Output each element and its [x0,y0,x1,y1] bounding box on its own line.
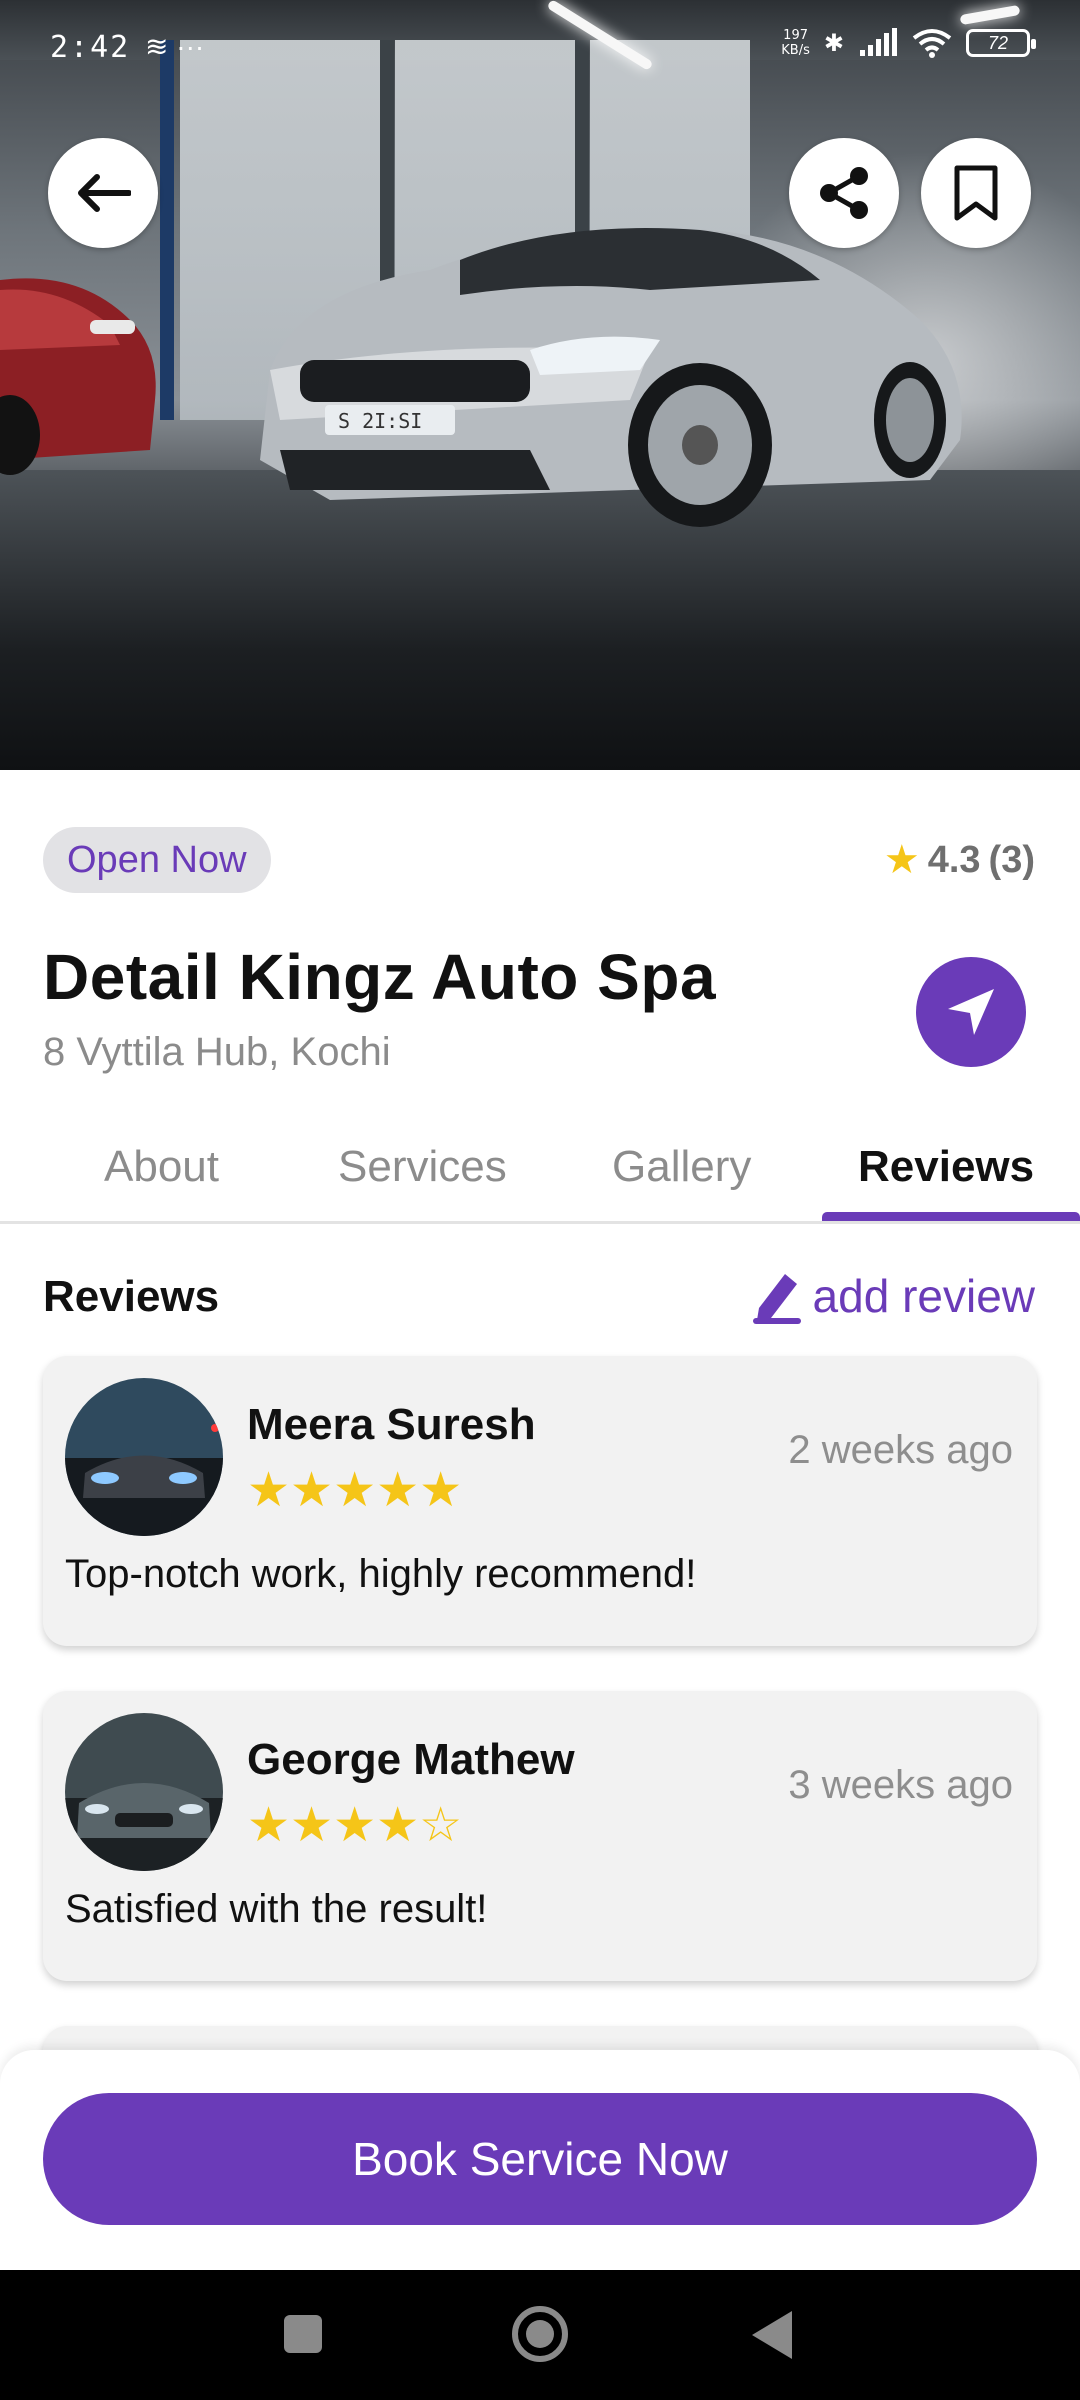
review-card: George Mathew ★★★★☆ 3 weeks ago Satisfie… [43,1691,1037,1981]
signal-icon [860,28,897,56]
open-status-badge: Open Now [43,827,271,893]
reviews-heading: Reviews [43,1272,220,1321]
reviewer-avatar [65,1378,223,1536]
share-button[interactable] [789,138,899,248]
edit-pencil-icon [752,1274,801,1324]
red-car-image [0,278,156,475]
network-speed: 197 KB/s [781,28,810,58]
rating-count: (3) [988,838,1035,881]
reviewer-name: Meera Suresh [247,1400,536,1449]
rating-value: 4.3 [927,838,981,881]
review-date: 2 weeks ago [788,1428,1013,1472]
bluetooth-icon: ✱ [823,29,844,57]
business-address: 8 Vyttila Hub, Kochi [43,1030,391,1074]
tab-services[interactable]: Services [338,1142,507,1192]
hero-image: S 2I:SI 2:42 ≋ ··· 197 KB/s ✱ 72 [0,0,1080,770]
tab-gallery[interactable]: Gallery [612,1142,751,1192]
review-text: Top-notch work, highly recommend! [65,1552,697,1596]
share-icon [820,167,868,219]
notification-icons: ≋ ··· [145,31,205,62]
recents-button[interactable] [284,2315,322,2353]
bookmark-icon [954,165,998,221]
status-right: 197 KB/s ✱ 72 [781,28,1036,58]
tab-about[interactable]: About [104,1142,219,1192]
review-stars: ★★★★☆ [247,1799,463,1852]
svg-text:S 2I:SI: S 2I:SI [338,409,422,433]
back-button[interactable] [48,138,158,248]
directions-button[interactable] [916,957,1026,1067]
battery-icon: 72 [966,29,1036,57]
add-review-label: add review [812,1270,1035,1322]
status-time: 2:42 [50,30,131,65]
reviewer-name: George Mathew [247,1735,575,1784]
add-review-button[interactable]: add review [751,1268,1035,1324]
review-stars: ★★★★★ [247,1464,463,1517]
review-card: Meera Suresh ★★★★★ 2 weeks ago Top-notch… [43,1356,1037,1646]
tab-reviews[interactable]: Reviews [858,1142,1034,1192]
rating-summary: ★ 4.3 (3) [884,832,1035,888]
navigation-arrow-icon [948,989,994,1035]
system-back-button[interactable] [752,2311,792,2359]
review-date: 3 weeks ago [788,1763,1013,1807]
book-service-button[interactable]: Book Service Now [43,2093,1037,2225]
silver-car-image: S 2I:SI [260,228,962,527]
tab-bar: About Services Gallery Reviews [0,1120,1080,1224]
active-tab-indicator [822,1212,1080,1221]
review-text: Satisfied with the result! [65,1887,488,1931]
status-bar: 2:42 ≋ ··· 197 KB/s ✱ 72 [0,0,1080,100]
business-name: Detail Kingz Auto Spa [43,941,717,1013]
arrow-left-icon [78,174,131,212]
bookmark-button[interactable] [921,138,1031,248]
home-button[interactable] [512,2306,568,2362]
wifi-icon [912,29,952,58]
reviewer-avatar [65,1713,223,1871]
star-icon: ★ [883,838,920,882]
